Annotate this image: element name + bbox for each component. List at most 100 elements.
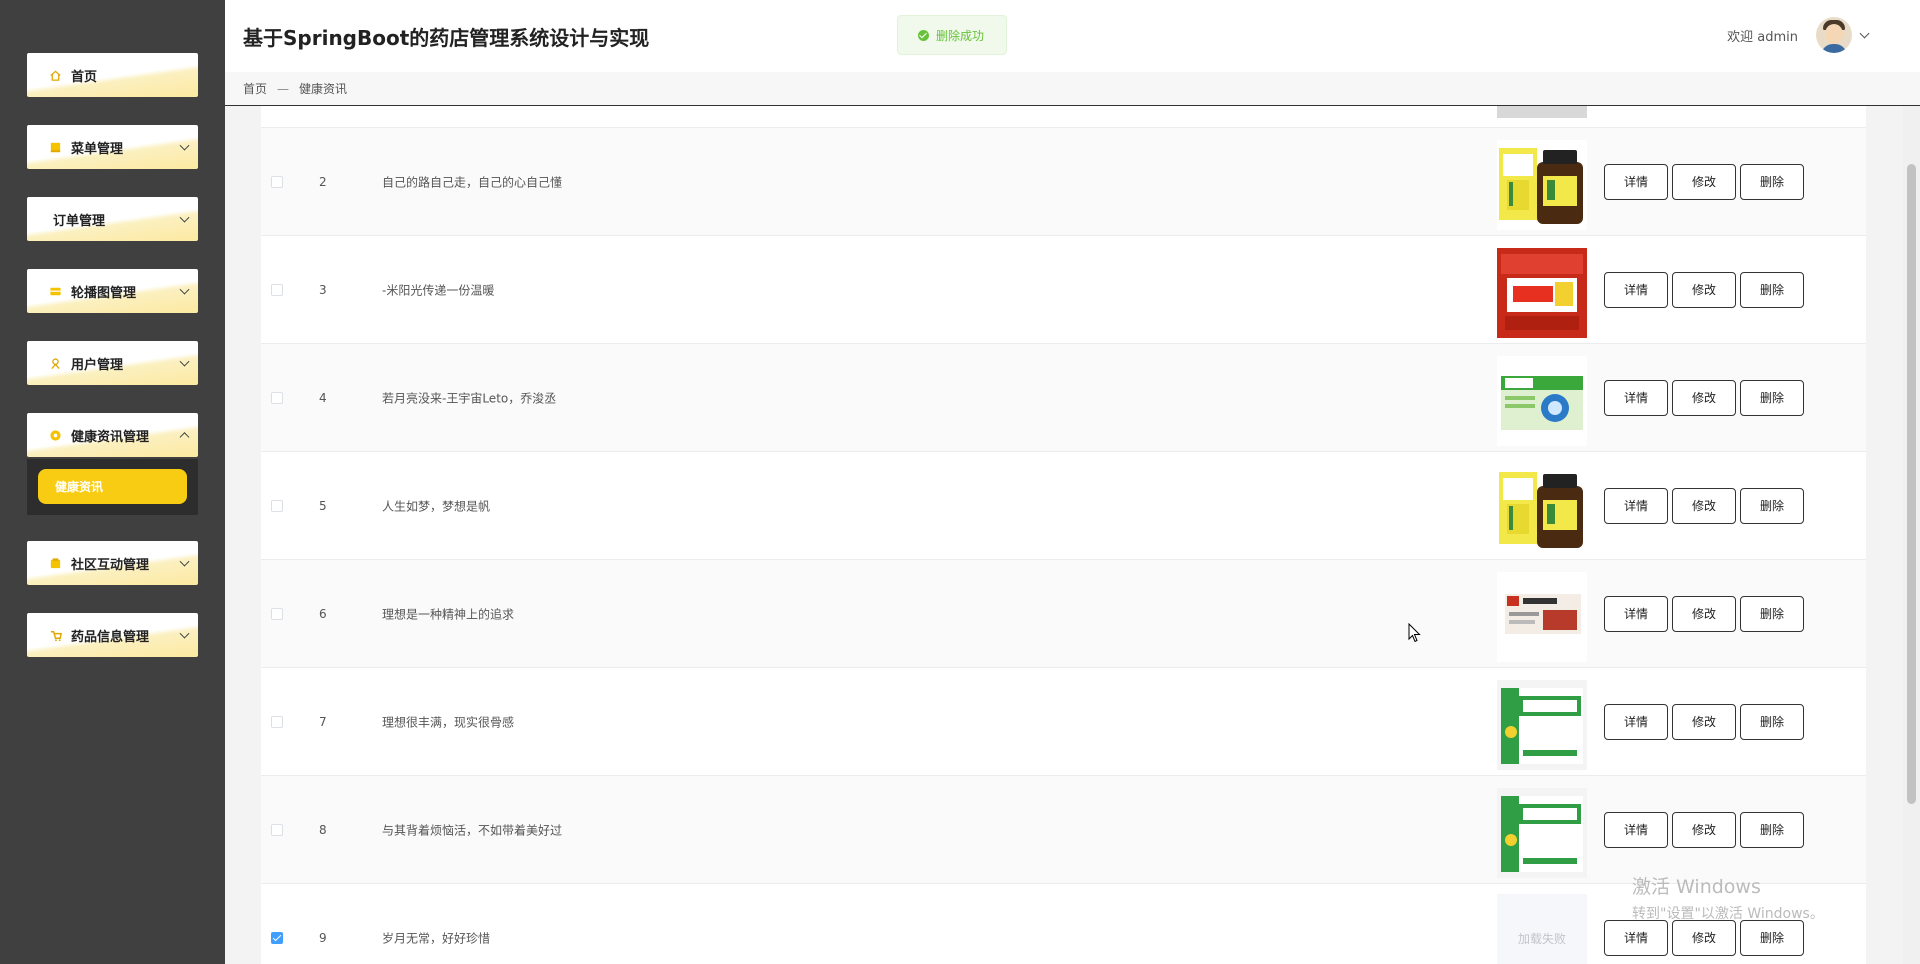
row-checkbox[interactable] <box>271 715 283 728</box>
sidebar-item-medicine-management[interactable]: 药品信息管理 <box>27 613 198 657</box>
sidebar-item-community-management[interactable]: 社区互动管理 <box>27 541 198 585</box>
menu-icon <box>50 142 61 152</box>
row-title: 若月亮没来-王宇宙Leto，乔浚丞 <box>382 391 557 405</box>
table-row: 2 自己的路自己走，自己的心自己懂 详情 修改 删除 <box>261 128 1866 236</box>
delete-button[interactable]: 删除 <box>1740 163 1804 200</box>
vertical-scrollbar[interactable] <box>1903 106 1920 964</box>
edit-button[interactable]: 修改 <box>1672 811 1736 848</box>
sidebar-item-health-info-management[interactable]: 健康资讯管理 <box>27 413 198 457</box>
row-index: 2 <box>319 174 327 189</box>
row-title: 自己的路自己走，自己的心自己懂 <box>382 175 563 189</box>
row-checkbox[interactable] <box>271 931 283 944</box>
table-row: 7 理想很丰满，现实很骨感 详情 修改 删除 <box>261 668 1866 776</box>
breadcrumb-current: 健康资讯 <box>299 82 348 96</box>
edit-button[interactable]: 修改 <box>1672 163 1736 200</box>
chevron-up-icon <box>179 432 190 443</box>
sidebar-item-label: 首页 <box>71 69 98 85</box>
sidebar-item-label: 社区互动管理 <box>71 557 150 573</box>
row-title: 理想很丰满，现实很骨感 <box>382 715 515 729</box>
detail-button[interactable]: 详情 <box>1604 811 1668 848</box>
data-table: 2 自己的路自己走，自己的心自己懂 详情 修改 删除 3 -米阳光传递一份温暖 … <box>261 106 1866 964</box>
row-thumbnail <box>1497 248 1587 338</box>
sidebar-item-label: 用户管理 <box>71 357 124 373</box>
detail-button[interactable]: 详情 <box>1604 919 1668 956</box>
sidebar-item-label: 健康资讯管理 <box>71 429 150 445</box>
table-row: 5 人生如梦，梦想是帆 详情 修改 删除 <box>261 452 1866 560</box>
detail-button[interactable]: 详情 <box>1604 163 1668 200</box>
delete-button[interactable]: 删除 <box>1740 379 1804 416</box>
row-checkbox[interactable] <box>271 499 283 512</box>
edit-button[interactable]: 修改 <box>1672 379 1736 416</box>
row-index: 3 <box>319 282 327 297</box>
delete-button[interactable]: 删除 <box>1740 919 1804 956</box>
sidebar-item-user-management[interactable]: 用户管理 <box>27 341 198 385</box>
user-icon <box>51 357 60 369</box>
watermark-line1: 激活 Windows <box>1632 876 1761 898</box>
row-index: 5 <box>319 498 327 513</box>
delete-button[interactable]: 删除 <box>1740 271 1804 308</box>
row-thumbnail <box>1497 140 1587 230</box>
row-checkbox[interactable] <box>271 823 283 836</box>
breadcrumb: 首页 — 健康资讯 <box>225 72 1920 106</box>
table-row: 8 与其背着烦恼活，不如带着美好过 详情 修改 删除 <box>261 776 1866 884</box>
edit-button[interactable]: 修改 <box>1672 595 1736 632</box>
banner-icon <box>50 287 61 295</box>
community-icon <box>50 557 61 568</box>
row-thumbnail <box>1497 680 1587 770</box>
edit-button[interactable]: 修改 <box>1672 919 1736 956</box>
chevron-down-icon <box>179 356 190 367</box>
row-checkbox[interactable] <box>271 175 283 188</box>
submenu: 健康资讯 <box>27 459 198 515</box>
windows-activation-watermark: 激活 Windows 转到"设置"以激活 Windows。 <box>1632 872 1824 923</box>
row-checkbox[interactable] <box>271 607 283 620</box>
edit-button[interactable]: 修改 <box>1672 703 1736 740</box>
detail-button[interactable]: 详情 <box>1604 703 1668 740</box>
chevron-down-icon <box>179 140 190 151</box>
delete-button[interactable]: 删除 <box>1740 703 1804 740</box>
detail-button[interactable]: 详情 <box>1604 595 1668 632</box>
row-index: 7 <box>319 714 327 729</box>
detail-button[interactable]: 详情 <box>1604 487 1668 524</box>
row-checkbox[interactable] <box>271 283 283 296</box>
edit-button[interactable]: 修改 <box>1672 271 1736 308</box>
chevron-down-icon <box>179 284 190 295</box>
image-failed-placeholder: 加载失败 <box>1497 894 1587 964</box>
page-title: 基于SpringBoot的药店管理系统设计与实现 <box>243 26 650 50</box>
row-index: 9 <box>319 930 327 945</box>
sidebar-item-menu-management[interactable]: 菜单管理 <box>27 125 198 169</box>
row-index: 8 <box>319 822 327 837</box>
sidebar-item-order-management[interactable]: 订单管理 <box>27 197 198 241</box>
scrollbar-thumb[interactable] <box>1907 164 1916 804</box>
header: 基于SpringBoot的药店管理系统设计与实现 删除成功 欢迎 admin <box>225 0 1920 72</box>
row-index: 4 <box>319 390 327 405</box>
row-checkbox[interactable] <box>271 391 283 404</box>
table-row: 3 -米阳光传递一份温暖 详情 修改 删除 <box>261 236 1866 344</box>
health-icon <box>50 429 61 441</box>
detail-button[interactable]: 详情 <box>1604 379 1668 416</box>
avatar[interactable] <box>1816 17 1852 53</box>
detail-button[interactable]: 详情 <box>1604 271 1668 308</box>
breadcrumb-home[interactable]: 首页 <box>243 80 267 97</box>
delete-button[interactable]: 删除 <box>1740 487 1804 524</box>
table-row <box>261 106 1866 128</box>
success-toast: 删除成功 <box>897 15 1007 55</box>
row-title: 岁月无常，好好珍惜 <box>382 931 491 945</box>
welcome-text: 欢迎 admin <box>1727 30 1798 45</box>
sidebar-item-label: 轮播图管理 <box>71 285 137 301</box>
sidebar-item-home[interactable]: 首页 <box>27 53 198 97</box>
main-content: 2 自己的路自己走，自己的心自己懂 详情 修改 删除 3 -米阳光传递一份温暖 … <box>225 106 1903 964</box>
row-thumbnail <box>1497 788 1587 878</box>
chevron-down-icon[interactable] <box>1859 28 1870 39</box>
home-icon <box>50 69 61 81</box>
delete-button[interactable]: 删除 <box>1740 595 1804 632</box>
chevron-down-icon <box>179 212 190 223</box>
sidebar-item-label: 订单管理 <box>53 213 106 229</box>
sidebar-subitem-health-info[interactable]: 健康资讯 <box>38 469 187 504</box>
sidebar-item-label: 药品信息管理 <box>71 629 150 645</box>
sidebar: 首页 菜单管理 订单管理 轮播图管理 用户管理 健康资讯管理 健康资讯 社区互动… <box>0 0 225 964</box>
row-index: 6 <box>319 606 327 621</box>
delete-button[interactable]: 删除 <box>1740 811 1804 848</box>
toast-message: 删除成功 <box>936 28 985 43</box>
sidebar-item-banner-management[interactable]: 轮播图管理 <box>27 269 198 313</box>
edit-button[interactable]: 修改 <box>1672 487 1736 524</box>
